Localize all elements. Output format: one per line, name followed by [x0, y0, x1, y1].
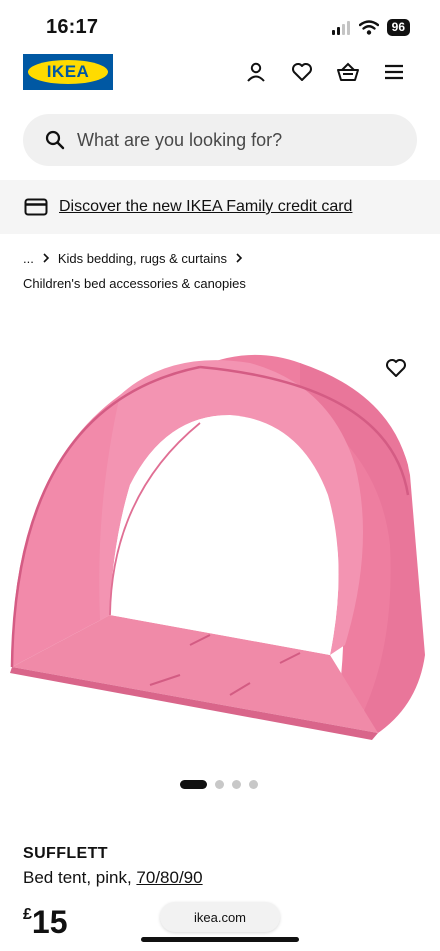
logo-oval: IKEA — [28, 60, 108, 84]
home-indicator[interactable] — [141, 937, 299, 942]
breadcrumb: ... Kids bedding, rugs & curtains Childr… — [23, 249, 423, 294]
breadcrumb-parent[interactable]: Kids bedding, rugs & curtains — [58, 251, 227, 266]
product-name: SUFFLETT — [23, 845, 108, 862]
status-time: 16:17 — [46, 16, 99, 38]
price-value: 15 — [31, 904, 68, 940]
chevron-right-icon — [236, 253, 243, 263]
add-to-wishlist-button[interactable] — [383, 355, 409, 381]
header-actions — [244, 60, 406, 84]
basket-button[interactable] — [336, 60, 360, 84]
breadcrumb-current[interactable]: Children's bed accessories & canopies — [23, 276, 423, 294]
site-header: IKEA — [0, 52, 440, 96]
search-input[interactable] — [77, 129, 377, 151]
chevron-right-icon — [43, 253, 49, 263]
carousel-indicator — [180, 780, 258, 789]
basket-icon — [337, 62, 359, 81]
menu-button[interactable] — [382, 60, 406, 84]
signal-icon — [331, 20, 350, 35]
size-link[interactable]: 70/80/90 — [136, 868, 202, 887]
credit-card-link[interactable]: Discover the new IKEA Family credit card — [59, 198, 352, 216]
product-price: £ 15 — [23, 903, 68, 941]
user-icon — [247, 62, 265, 82]
logo-text: IKEA — [46, 62, 90, 81]
credit-card-icon — [24, 198, 48, 216]
browser-url-bar[interactable]: ikea.com — [160, 902, 280, 932]
carousel-dot[interactable] — [249, 780, 258, 789]
status-icons: 96 — [331, 19, 410, 36]
heart-icon — [386, 359, 406, 377]
menu-icon — [385, 64, 403, 80]
search-icon — [45, 130, 65, 150]
carousel-dot[interactable] — [232, 780, 241, 789]
status-bar: 16:17 96 — [0, 0, 440, 52]
account-button[interactable] — [244, 60, 268, 84]
battery-indicator: 96 — [386, 19, 410, 36]
carousel-dot-active[interactable] — [180, 780, 207, 789]
product-image[interactable] — [0, 345, 440, 755]
product-description-text: Bed tent, pink, — [23, 868, 132, 887]
wifi-icon — [358, 20, 379, 35]
carousel-dot[interactable] — [215, 780, 224, 789]
breadcrumb-row: ... Kids bedding, rugs & curtains — [23, 249, 423, 267]
heart-icon — [292, 63, 312, 81]
product-description: Bed tent, pink, 70/80/90 — [23, 868, 203, 888]
wishlist-button[interactable] — [290, 60, 314, 84]
breadcrumb-ellipsis[interactable]: ... — [23, 251, 34, 266]
credit-card-banner: Discover the new IKEA Family credit card — [0, 180, 440, 234]
ikea-logo[interactable]: IKEA — [23, 54, 113, 90]
search-bar[interactable] — [23, 114, 417, 166]
price-currency: £ — [23, 906, 32, 923]
